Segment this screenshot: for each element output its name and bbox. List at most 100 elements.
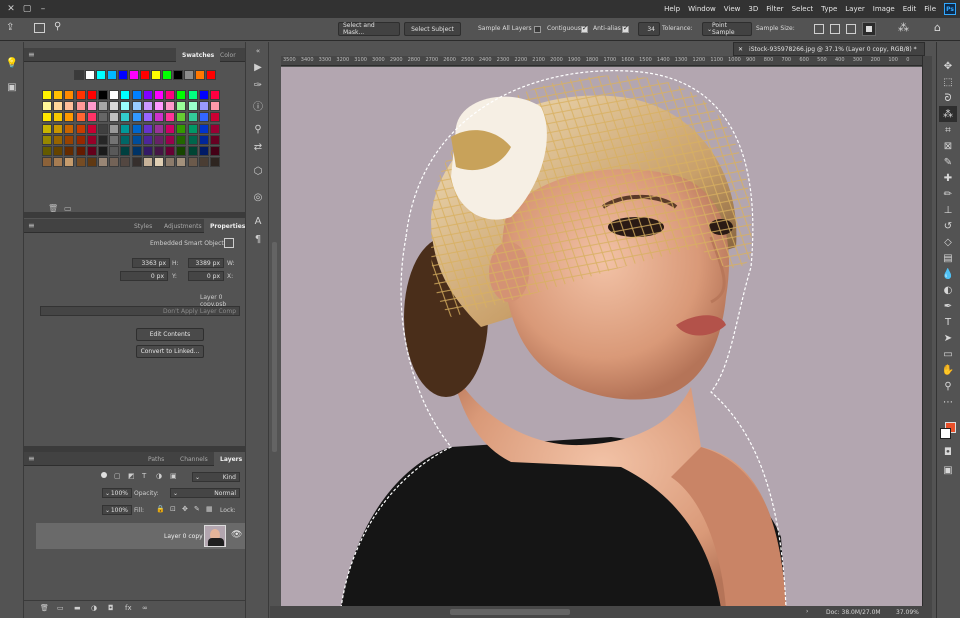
recent-swatch[interactable] <box>206 70 216 80</box>
swatch[interactable] <box>176 157 187 168</box>
anti-alias-checkbox[interactable] <box>622 24 629 33</box>
brush-settings-icon[interactable]: ✑ <box>251 78 265 92</box>
swatch[interactable] <box>42 134 52 145</box>
recent-swatch[interactable] <box>107 70 117 80</box>
recent-swatch[interactable] <box>195 70 205 80</box>
swatch[interactable] <box>176 134 187 145</box>
menu-filter[interactable]: Filter <box>762 5 787 13</box>
swatch[interactable] <box>75 146 86 156</box>
home-icon[interactable]: ⌂ <box>934 21 941 34</box>
swatch[interactable] <box>210 101 220 112</box>
swatch[interactable] <box>42 90 52 100</box>
recent-swatch[interactable] <box>96 70 106 80</box>
swatch[interactable] <box>109 157 120 168</box>
blend-mode-select[interactable]: ⌄ Normal <box>170 488 240 498</box>
recent-swatch[interactable] <box>162 70 172 80</box>
swatch[interactable] <box>86 90 97 100</box>
select-and-mask-button[interactable]: Select and Mask... <box>338 22 400 36</box>
swatch[interactable] <box>176 146 187 156</box>
swatch[interactable] <box>42 101 52 112</box>
swatch[interactable] <box>98 146 108 156</box>
swatch[interactable] <box>210 146 220 156</box>
swatch[interactable] <box>53 157 64 168</box>
swatch[interactable] <box>165 134 176 145</box>
swatch[interactable] <box>109 123 120 134</box>
tab-adjustments[interactable]: Adjustments <box>158 219 208 233</box>
panel-menu-icon[interactable]: ≡ <box>28 454 35 463</box>
swatch[interactable] <box>42 157 52 168</box>
panel-scrollbar[interactable] <box>272 242 277 452</box>
tolerance-input[interactable]: 34 <box>638 22 660 36</box>
swatch[interactable] <box>187 157 198 168</box>
swatch[interactable] <box>109 146 120 156</box>
swatch[interactable] <box>75 90 86 100</box>
swatch[interactable] <box>198 146 209 156</box>
swatch[interactable] <box>75 157 86 168</box>
swatch[interactable] <box>142 112 153 123</box>
document-size[interactable]: Doc: 38.0M/27.0M <box>826 609 881 616</box>
swatch[interactable] <box>131 123 142 134</box>
swatch[interactable] <box>53 146 64 156</box>
swatch[interactable] <box>64 112 75 123</box>
swatch[interactable] <box>154 146 164 156</box>
swatch[interactable] <box>198 90 209 100</box>
learn-icon[interactable]: 💡 <box>5 56 19 70</box>
menu-select[interactable]: Select <box>788 5 818 13</box>
3d-cube-icon[interactable]: ⬡ <box>251 164 265 178</box>
maximize-window-icon[interactable]: ▢ <box>20 2 34 16</box>
dodge-tool-icon[interactable]: ◐ <box>939 282 957 298</box>
swatch[interactable] <box>42 146 52 156</box>
document-tab[interactable]: ✕ iStock-935978266.jpg @ 37.1% (Layer 0 … <box>733 42 925 56</box>
swatch[interactable] <box>210 134 220 145</box>
recent-swatch[interactable] <box>184 70 194 80</box>
swatch[interactable] <box>165 90 176 100</box>
swatch[interactable] <box>187 146 198 156</box>
lock-artboard-icon[interactable]: ⊡ <box>170 505 176 513</box>
swatch[interactable] <box>210 90 220 100</box>
sample-size-select[interactable]: ⌄ Point Sample <box>702 22 752 36</box>
frame-tool-icon[interactable]: ⊠ <box>939 138 957 154</box>
menu-file[interactable]: File <box>920 5 940 13</box>
edit-contents-button[interactable]: Edit Contents <box>136 328 204 341</box>
menu-type[interactable]: Type <box>817 5 841 13</box>
swatch[interactable] <box>53 123 64 134</box>
magic-wand-tool-icon[interactable]: ⁂ <box>939 106 957 122</box>
new-group-icon[interactable]: ▬ <box>74 604 81 612</box>
sample-all-layers-checkbox[interactable] <box>534 26 541 33</box>
swatch[interactable] <box>75 134 86 145</box>
layer-style-icon[interactable]: fx <box>125 604 132 612</box>
fill-field[interactable]: ⌄ 100% <box>102 505 132 515</box>
paragraph-icon[interactable]: ¶ <box>251 232 265 246</box>
hand-tool-icon[interactable]: ✋ <box>939 362 957 378</box>
swatch[interactable] <box>176 112 187 123</box>
swatch[interactable] <box>53 134 64 145</box>
convert-to-linked-button[interactable]: Convert to Linked... <box>136 345 204 358</box>
screen-mode-icon[interactable]: ▣ <box>939 462 957 478</box>
close-document-icon[interactable]: ✕ <box>738 46 743 53</box>
swatch[interactable] <box>198 123 209 134</box>
swatch[interactable] <box>120 101 131 112</box>
menu-edit[interactable]: Edit <box>899 5 921 13</box>
move-tool-icon[interactable]: ✥ <box>939 58 957 74</box>
tab-paths[interactable]: Paths <box>142 452 170 466</box>
swatch[interactable] <box>154 123 164 134</box>
swatch[interactable] <box>165 112 176 123</box>
adjustment-layer-icon[interactable]: ◑ <box>91 604 97 612</box>
recent-swatch[interactable] <box>74 70 84 80</box>
subtract-selection-icon[interactable] <box>830 24 840 34</box>
share-icon[interactable]: ⇪ <box>6 22 14 33</box>
zoom-level[interactable]: 37.09% <box>896 609 919 616</box>
link-layers-icon[interactable]: ∞ <box>142 604 148 612</box>
filter-adjustment-icon[interactable]: ◑ <box>156 472 162 480</box>
swatch[interactable] <box>64 123 75 134</box>
swatch[interactable] <box>75 112 86 123</box>
swatch[interactable] <box>86 157 97 168</box>
swatch[interactable] <box>131 90 142 100</box>
swatch[interactable] <box>64 134 75 145</box>
swatch[interactable] <box>42 112 52 123</box>
swatch[interactable] <box>120 134 131 145</box>
status-expand-icon[interactable]: › <box>806 608 808 615</box>
swatch[interactable] <box>53 101 64 112</box>
menu-layer[interactable]: Layer <box>841 5 869 13</box>
swatch[interactable] <box>198 157 209 168</box>
